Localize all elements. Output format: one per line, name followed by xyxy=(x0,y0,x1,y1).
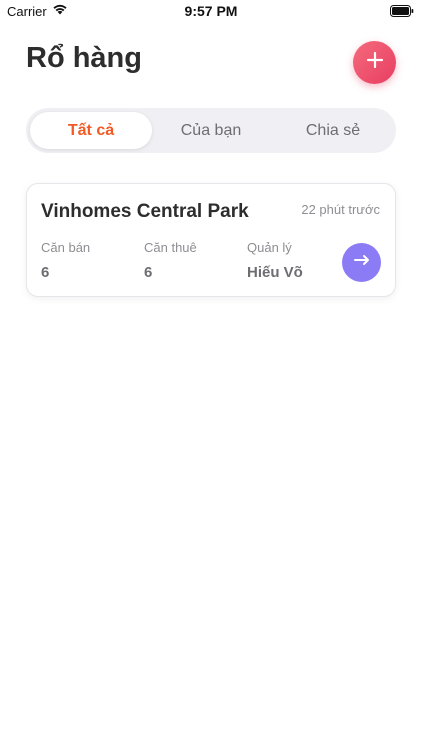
tab-label: Tất cả xyxy=(67,121,115,139)
tab-label: Chia sẻ xyxy=(305,121,361,139)
add-button[interactable] xyxy=(353,41,396,84)
stat-for-rent: Căn thuê 6 xyxy=(144,240,197,281)
battery-icon xyxy=(390,5,414,20)
clock: 9:57 PM xyxy=(184,3,238,19)
project-card[interactable]: Vinhomes Central Park 22 phút trước Căn … xyxy=(26,183,396,297)
tab-all[interactable]: Tất cả xyxy=(30,112,152,149)
tab-label: Của bạn xyxy=(180,121,242,139)
updated-time: 22 phút trước xyxy=(301,202,380,217)
stat-label: Căn bán xyxy=(41,240,91,255)
stat-value: 6 xyxy=(41,264,50,281)
stat-label: Căn thuê xyxy=(144,240,197,255)
tab-bar: Tất cả Của bạn Chia sẻ xyxy=(26,108,396,153)
tab-shared[interactable]: Chia sẻ xyxy=(272,112,394,149)
tab-yours[interactable]: Của bạn xyxy=(150,112,272,149)
page-title: Rổ hàng xyxy=(26,42,142,74)
stat-label: Quản lý xyxy=(247,240,292,255)
plus-icon xyxy=(366,51,384,74)
status-bar: Carrier 9:57 PM xyxy=(0,0,422,24)
project-title: Vinhomes Central Park xyxy=(41,201,249,222)
stat-value: 6 xyxy=(144,264,153,281)
stat-value: Hiếu Võ xyxy=(247,264,303,281)
open-project-button[interactable] xyxy=(342,243,381,282)
stat-for-sale: Căn bán 6 xyxy=(41,240,90,281)
arrow-right-icon xyxy=(353,253,371,272)
stat-manager: Quản lý Hiếu Võ xyxy=(247,240,303,281)
